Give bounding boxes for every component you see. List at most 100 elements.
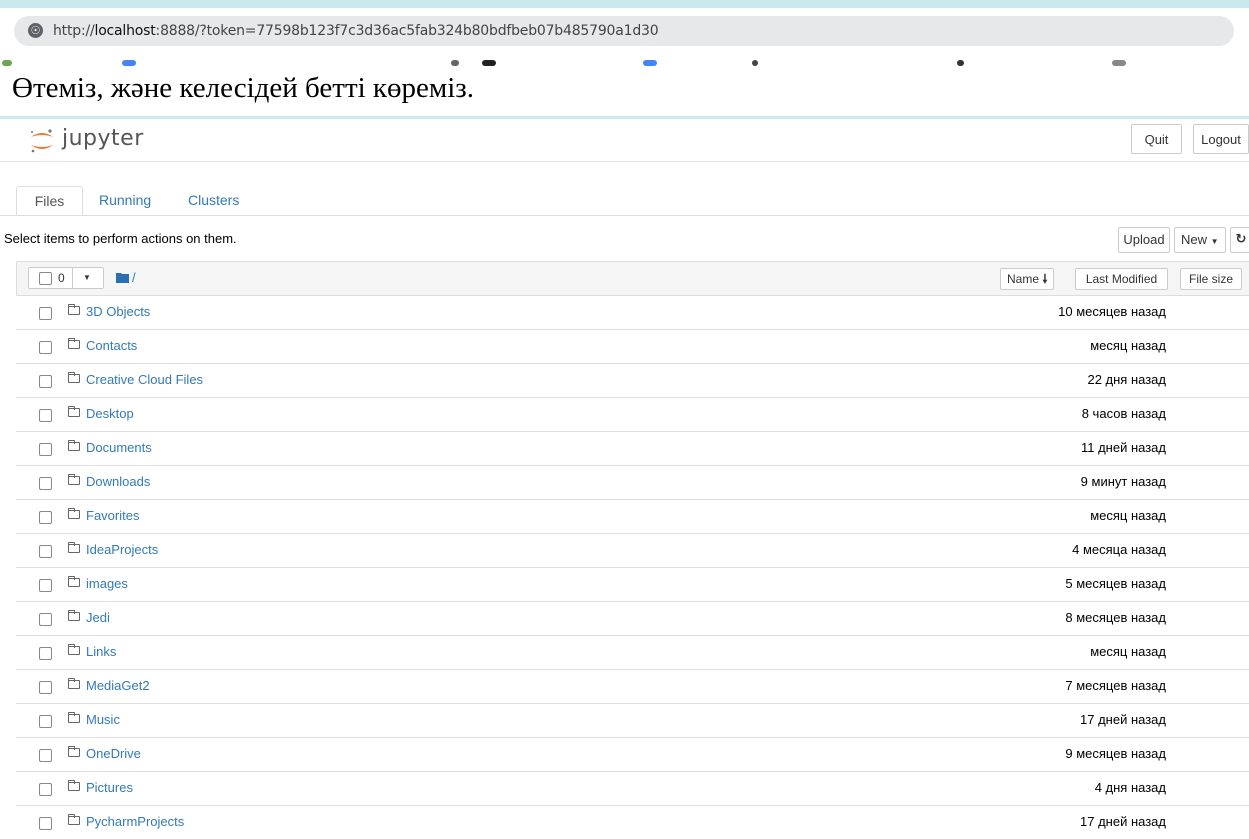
breadcrumb-root[interactable]: / (132, 270, 136, 285)
folder-icon (68, 780, 80, 791)
url-prefix: http:// (53, 23, 95, 39)
row-checkbox[interactable] (39, 443, 52, 456)
tab-clusters[interactable]: Clusters (188, 186, 239, 216)
bookmark-icon (643, 60, 657, 66)
list-item[interactable]: Downloads 9 минут назад (16, 465, 1249, 499)
folder-icon (68, 712, 80, 723)
folder-icon (68, 644, 80, 655)
arrow-down-icon: 🠗 (1042, 272, 1048, 286)
folder-icon (68, 508, 80, 519)
folder-icon (68, 440, 80, 451)
bookmark-icon (2, 60, 12, 66)
row-checkbox[interactable] (39, 375, 52, 388)
row-checkbox[interactable] (39, 511, 52, 524)
row-checkbox[interactable] (39, 817, 52, 830)
list-item[interactable]: Desktop 8 часов назад (16, 397, 1249, 431)
list-item[interactable]: Favorites месяц назад (16, 499, 1249, 533)
item-name-link[interactable]: Jedi (86, 610, 110, 625)
item-modified: 9 месяцев назад (1065, 746, 1166, 761)
tab-files[interactable]: Files (16, 186, 83, 216)
document-caption: Өтеміз, және келесідей бетті көреміз. (12, 72, 475, 104)
item-name-link[interactable]: Contacts (86, 338, 137, 353)
list-item[interactable]: MediaGet2 7 месяцев назад (16, 669, 1249, 703)
browser-toolbar: ☉ http://localhost:8888/?token=77598b123… (0, 0, 1249, 60)
upload-button[interactable]: Upload (1118, 227, 1170, 253)
file-list-header: 0 ▼ / Name 🠗 Last Modified File size (16, 261, 1249, 295)
row-checkbox[interactable] (39, 409, 52, 422)
item-modified: 9 минут назад (1080, 474, 1166, 489)
list-item[interactable]: Links месяц назад (16, 635, 1249, 669)
folder-icon (68, 474, 80, 485)
list-item[interactable]: images 5 месяцев назад (16, 567, 1249, 601)
list-item[interactable]: OneDrive 9 месяцев назад (16, 737, 1249, 771)
tab-running[interactable]: Running (99, 186, 151, 216)
item-name-link[interactable]: PycharmProjects (86, 814, 184, 829)
item-name-link[interactable]: Documents (86, 440, 152, 455)
item-name-link[interactable]: Music (86, 712, 120, 727)
row-checkbox[interactable] (39, 749, 52, 762)
refresh-icon[interactable]: ↻ (1230, 227, 1249, 253)
sort-last-modified-button[interactable]: Last Modified (1075, 268, 1168, 290)
row-checkbox[interactable] (39, 341, 52, 354)
item-name-link[interactable]: Downloads (86, 474, 150, 489)
folder-icon (68, 304, 80, 315)
list-item[interactable]: Music 17 дней назад (16, 703, 1249, 737)
item-name-link[interactable]: Desktop (86, 406, 134, 421)
select-menu-caret-icon[interactable]: ▼ (83, 273, 91, 282)
select-all-group[interactable]: 0 ▼ (28, 267, 104, 289)
list-item[interactable]: Documents 11 дней назад (16, 431, 1249, 465)
row-checkbox[interactable] (39, 647, 52, 660)
item-modified: 17 дней назад (1080, 712, 1166, 727)
jupyter-logo-icon (31, 129, 53, 153)
logout-button[interactable]: Logout (1193, 124, 1249, 154)
item-modified: 5 месяцев назад (1065, 576, 1166, 591)
row-checkbox[interactable] (39, 783, 52, 796)
list-item[interactable]: Creative Cloud Files 22 дня назад (16, 363, 1249, 397)
item-modified: 4 месяца назад (1072, 542, 1166, 557)
site-info-icon[interactable]: ☉ (28, 23, 43, 38)
bookmark-icon (752, 60, 758, 66)
sort-name-label: Name (1007, 272, 1040, 286)
item-name-link[interactable]: Links (86, 644, 116, 659)
folder-icon (68, 746, 80, 757)
list-item[interactable]: 3D Objects 10 месяцев назад (16, 295, 1249, 329)
list-item[interactable]: Contacts месяц назад (16, 329, 1249, 363)
select-all-checkbox[interactable] (39, 272, 52, 285)
row-checkbox[interactable] (39, 681, 52, 694)
item-name-link[interactable]: IdeaProjects (86, 542, 158, 557)
item-name-link[interactable]: OneDrive (86, 746, 141, 761)
row-checkbox[interactable] (39, 545, 52, 558)
bookmark-icon (482, 60, 496, 66)
item-name-link[interactable]: 3D Objects (86, 304, 150, 319)
list-item[interactable]: Pictures 4 дня назад (16, 771, 1249, 805)
url-text[interactable]: http://localhost:8888/?token=77598b123f7… (53, 23, 659, 39)
row-checkbox[interactable] (39, 579, 52, 592)
row-checkbox[interactable] (39, 715, 52, 728)
list-item[interactable]: PycharmProjects 17 дней назад (16, 805, 1249, 839)
row-checkbox[interactable] (39, 307, 52, 320)
url-host: localhost (94, 23, 156, 39)
sort-name-button[interactable]: Name 🠗 (1000, 268, 1054, 290)
sort-file-size-button[interactable]: File size (1180, 268, 1242, 290)
item-name-link[interactable]: Creative Cloud Files (86, 372, 203, 387)
new-button-label: New (1181, 232, 1208, 247)
item-name-link[interactable]: images (86, 576, 128, 591)
folder-icon (68, 610, 80, 621)
item-name-link[interactable]: Favorites (86, 508, 139, 523)
screenshot-top-border (0, 116, 1249, 119)
item-modified: 10 месяцев назад (1058, 304, 1166, 319)
jupyter-logo-text: jupyter (62, 126, 144, 151)
item-name-link[interactable]: MediaGet2 (86, 678, 150, 693)
new-dropdown-button[interactable]: New ▼ (1174, 227, 1226, 253)
row-checkbox[interactable] (39, 477, 52, 490)
browser-top-border (0, 0, 1249, 8)
list-item[interactable]: IdeaProjects 4 месяца назад (16, 533, 1249, 567)
folder-icon (68, 678, 80, 689)
row-checkbox[interactable] (39, 613, 52, 626)
folder-icon (68, 372, 80, 383)
item-name-link[interactable]: Pictures (86, 780, 133, 795)
item-modified: 8 месяцев назад (1065, 610, 1166, 625)
bookmark-icon (1112, 60, 1126, 66)
quit-button[interactable]: Quit (1131, 124, 1182, 154)
list-item[interactable]: Jedi 8 месяцев назад (16, 601, 1249, 635)
